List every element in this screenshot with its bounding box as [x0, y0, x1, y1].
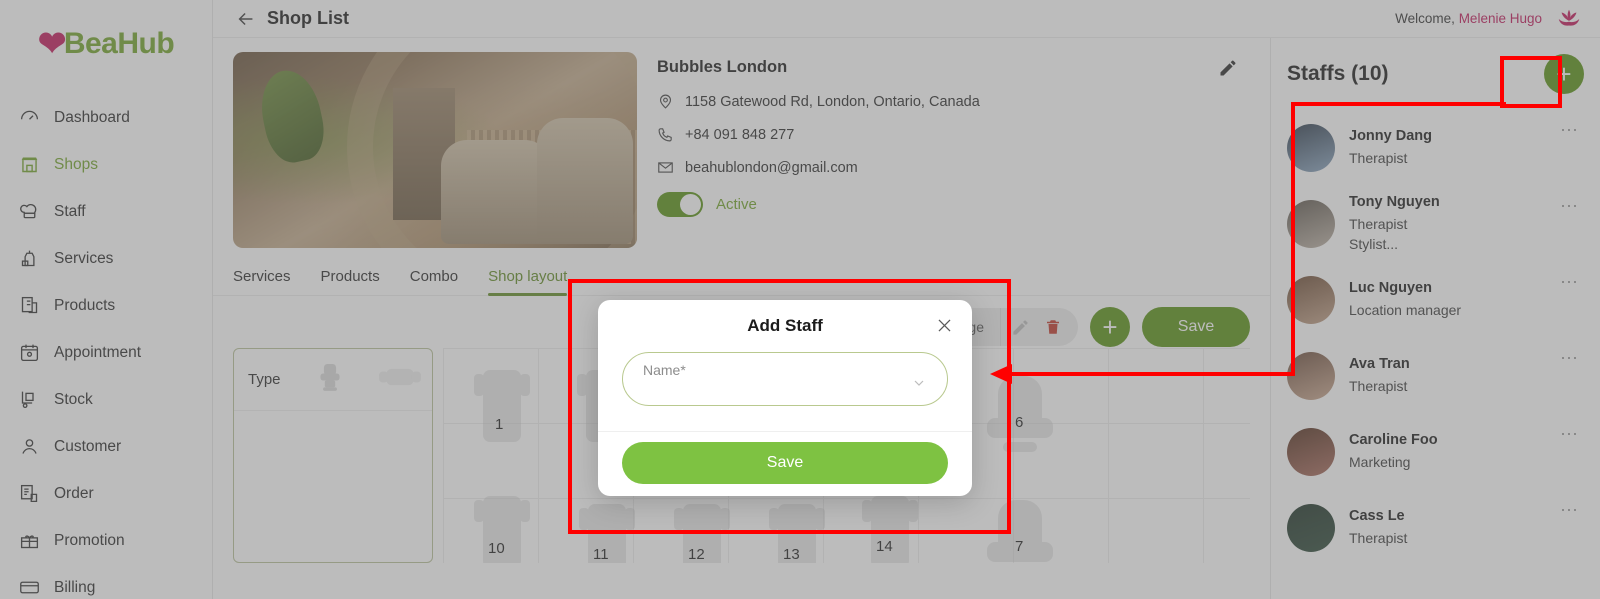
staff-name-select[interactable]: Name* [622, 352, 948, 406]
add-staff-modal: Add Staff Name* Save [598, 300, 972, 496]
modal-title: Add Staff [747, 316, 823, 335]
modal-header: Add Staff [598, 300, 972, 352]
modal-save-button[interactable]: Save [622, 442, 948, 484]
modal-footer: Save [598, 431, 972, 496]
close-icon[interactable] [935, 316, 954, 339]
staff-name-placeholder: Name* [643, 362, 686, 378]
app-root: ❤ BeaHub Dashboard Shops Staff Services … [0, 0, 1600, 599]
modal-body: Name* [598, 352, 972, 406]
chevron-down-icon [911, 375, 927, 396]
